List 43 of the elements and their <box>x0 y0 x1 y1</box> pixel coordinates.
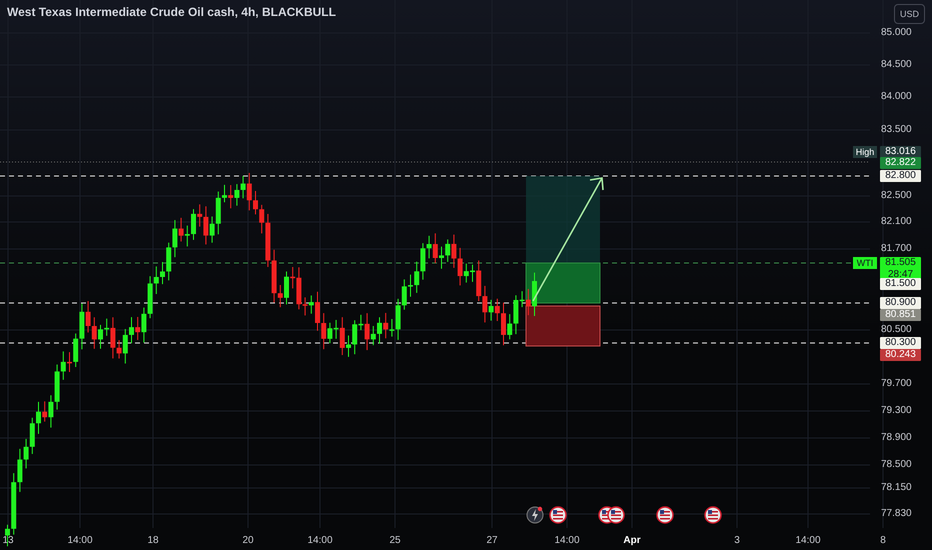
price-tag: 81.500 <box>880 278 921 290</box>
time-axis-label: 20 <box>242 535 254 546</box>
time-axis-label: 25 <box>389 535 401 546</box>
price-tag: 83.016 <box>880 146 921 158</box>
price-axis-label: 82.500 <box>881 189 912 203</box>
currency-button[interactable]: USD <box>894 4 925 24</box>
chart-title: West Texas Intermediate Crude Oil cash, 4h, BLACKBULL <box>7 5 336 19</box>
flag-icon[interactable] <box>656 506 674 524</box>
time-axis-label: 3 <box>734 535 740 546</box>
price-axis-label: 78.150 <box>881 481 912 495</box>
price-tag: 80.300 <box>880 337 921 349</box>
flag-icon[interactable] <box>607 506 625 524</box>
price-tag: 80.851 <box>880 309 921 321</box>
time-axis-label: 18 <box>147 535 159 546</box>
price-axis-label: 79.300 <box>881 404 912 418</box>
price-axis-label: 78.900 <box>881 431 912 445</box>
time-axis-label: 14:00 <box>67 535 93 546</box>
price-tag-label: High <box>853 146 877 158</box>
price-axis-label: 79.700 <box>881 377 912 391</box>
price-axis-label: 84.000 <box>881 90 912 104</box>
lightning-icon[interactable] <box>526 506 544 524</box>
time-axis-label: 14:00 <box>795 535 821 546</box>
price-axis-label: 80.500 <box>881 323 912 337</box>
time-axis-label: 27 <box>486 535 498 546</box>
price-axis-label: 82.100 <box>881 215 912 229</box>
price-axis-label: 85.000 <box>881 26 912 40</box>
price-tag-label: WTI <box>853 257 877 269</box>
price-axis-label: 84.500 <box>881 58 912 72</box>
price-tag: 80.243 <box>880 349 921 361</box>
price-tag: 82.800 <box>880 170 921 182</box>
price-axis-label: 77.830 <box>881 507 912 521</box>
time-axis-label: Apr <box>623 535 641 546</box>
price-tag: 80.900 <box>880 297 921 309</box>
price-axis-label: 81.700 <box>881 242 912 256</box>
time-axis-label: 14:00 <box>554 535 580 546</box>
arrow-icon <box>532 177 604 302</box>
time-axis-label: 14:00 <box>307 535 333 546</box>
price-axis-label: 78.500 <box>881 458 912 472</box>
flag-icon[interactable] <box>549 506 567 524</box>
time-axis-label: 8 <box>880 535 886 546</box>
price-tag: 82.822 <box>880 157 921 169</box>
flag-icon[interactable] <box>704 506 722 524</box>
price-axis-label: 83.500 <box>881 123 912 137</box>
